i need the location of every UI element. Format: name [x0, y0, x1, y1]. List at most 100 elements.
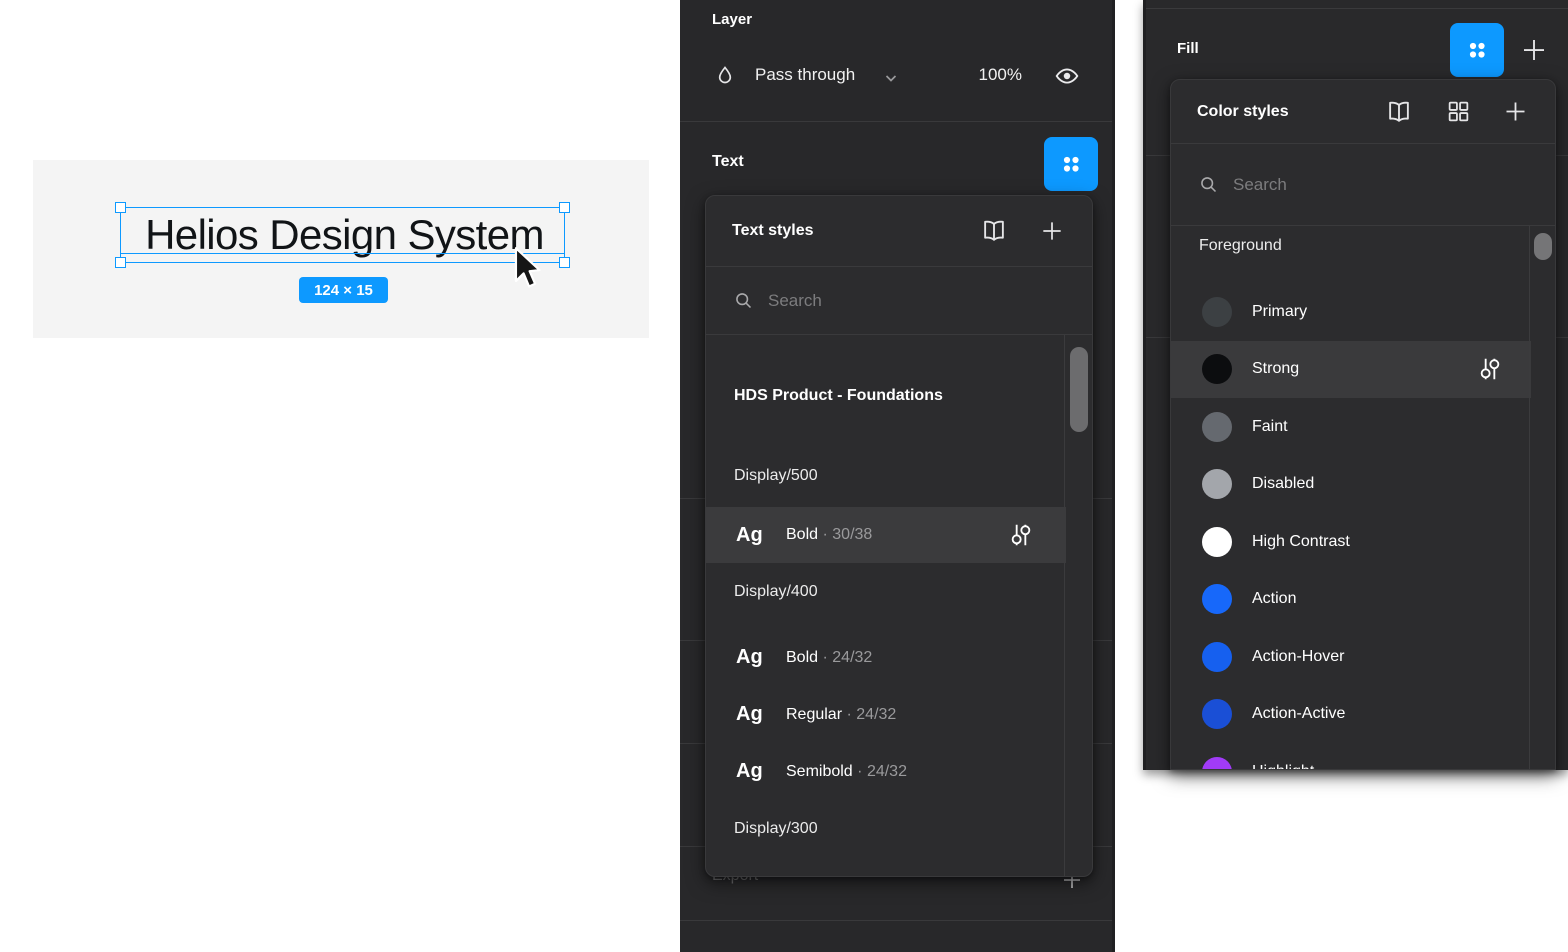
- style-weight: Semibold: [786, 763, 853, 781]
- text-style-row[interactable]: Ag Bold · 24/32: [706, 629, 1066, 686]
- color-style-row[interactable]: High Contrast: [1171, 513, 1531, 571]
- four-dots-style-icon: [1057, 150, 1085, 178]
- scrollbar-track[interactable]: [1529, 226, 1555, 770]
- color-group-label: Foreground: [1199, 237, 1282, 255]
- color-style-row[interactable]: Action-Hover: [1171, 628, 1531, 686]
- style-sample: Ag: [736, 703, 784, 726]
- color-style-name: Primary: [1252, 303, 1307, 321]
- color-swatch: [1202, 699, 1232, 729]
- blend-mode-select[interactable]: Pass through: [755, 65, 855, 85]
- selection-bounding-box[interactable]: [120, 207, 565, 263]
- color-style-name: Strong: [1252, 360, 1299, 378]
- style-size: 24/32: [867, 763, 907, 780]
- scrollbar-track[interactable]: [1064, 335, 1092, 877]
- color-style-name: Faint: [1252, 418, 1288, 436]
- color-style-row[interactable]: Faint: [1171, 398, 1531, 456]
- color-swatch: [1202, 642, 1232, 672]
- color-style-name: Action-Hover: [1252, 648, 1344, 666]
- divider: [1146, 8, 1568, 9]
- color-swatch: [1202, 297, 1232, 327]
- color-styles-search-input[interactable]: [1233, 175, 1453, 195]
- text-styles-list: HDS Product - Foundations Display/500 Ag…: [706, 335, 1092, 877]
- style-group-label: Display/300: [734, 820, 818, 838]
- visibility-eye-icon[interactable]: [1051, 62, 1083, 90]
- edit-style-sliders-icon[interactable]: [1008, 522, 1034, 548]
- search-icon: [1197, 174, 1219, 196]
- color-style-row-selected[interactable]: Strong: [1171, 341, 1531, 399]
- search-icon: [732, 290, 754, 312]
- selection-handle-bottom-right[interactable]: [559, 257, 570, 268]
- selection-handle-top-right[interactable]: [559, 202, 570, 213]
- fill-style-active-button[interactable]: [1450, 23, 1504, 77]
- color-swatch: [1202, 757, 1232, 770]
- text-style-active-button[interactable]: [1044, 137, 1098, 191]
- separator: ·: [822, 649, 827, 666]
- color-swatch: [1202, 584, 1232, 614]
- style-sample: Ag: [736, 760, 784, 783]
- color-swatch: [1202, 469, 1232, 499]
- divider: [680, 920, 1112, 921]
- text-style-row[interactable]: Ag Semibold · 24/32: [706, 743, 1066, 800]
- text-styles-search-row: [706, 267, 1092, 334]
- chevron-down-icon[interactable]: [883, 70, 899, 86]
- style-weight: Bold: [786, 526, 818, 544]
- mouse-cursor-icon: [511, 246, 545, 292]
- style-size: 30/38: [832, 526, 872, 543]
- blend-mode-droplet-icon: [713, 64, 737, 88]
- four-dots-style-icon: [1463, 36, 1491, 64]
- add-fill-icon[interactable]: [1518, 34, 1550, 66]
- library-name: HDS Product - Foundations: [734, 387, 943, 405]
- library-book-icon[interactable]: [980, 217, 1008, 245]
- separator: ·: [822, 526, 827, 543]
- text-styles-search-input[interactable]: [768, 291, 988, 311]
- scrollbar-thumb[interactable]: [1534, 233, 1552, 260]
- color-swatch: [1202, 412, 1232, 442]
- text-style-row-selected[interactable]: Ag Bold · 30/38: [706, 507, 1066, 563]
- dimensions-badge: 124 × 15: [299, 277, 388, 303]
- color-styles-title: Color styles: [1197, 103, 1289, 121]
- library-book-icon[interactable]: [1385, 98, 1413, 126]
- style-group-label: Display/400: [734, 583, 818, 601]
- color-style-name: Disabled: [1252, 475, 1314, 493]
- separator: ·: [857, 763, 862, 780]
- text-styles-dropdown: Text styles: [705, 195, 1093, 877]
- text-baseline-guide: [120, 253, 565, 255]
- color-styles-search-row: [1171, 144, 1555, 225]
- text-section-title: Text: [712, 153, 744, 171]
- color-swatch: [1202, 527, 1232, 557]
- style-sample: Ag: [736, 524, 784, 547]
- color-style-row[interactable]: Primary: [1171, 283, 1531, 341]
- color-styles-header: Color styles: [1171, 80, 1555, 143]
- style-weight: Regular: [786, 706, 842, 724]
- text-styles-header: Text styles: [706, 196, 1092, 266]
- canvas-background[interactable]: Helios Design System 124 × 15: [33, 160, 649, 338]
- add-style-icon[interactable]: [1038, 217, 1066, 245]
- color-style-row[interactable]: Action-Active: [1171, 686, 1531, 744]
- style-group-label: Display/500: [734, 467, 818, 485]
- text-style-row[interactable]: Ag Regular · 24/32: [706, 686, 1066, 743]
- selection-handle-bottom-left[interactable]: [115, 257, 126, 268]
- scrollbar-thumb[interactable]: [1070, 347, 1088, 432]
- add-style-icon[interactable]: [1501, 98, 1529, 126]
- fill-panel: Fill Color styles: [1143, 0, 1568, 770]
- color-style-row[interactable]: Disabled: [1171, 456, 1531, 514]
- color-styles-dropdown: Color styles: [1170, 79, 1556, 770]
- color-styles-list: Foreground Primary Strong Faint: [1171, 226, 1555, 770]
- text-styles-title: Text styles: [732, 222, 814, 240]
- selection-handle-top-left[interactable]: [115, 202, 126, 213]
- layer-section-title: Layer: [712, 11, 752, 28]
- style-weight: Bold: [786, 649, 818, 667]
- fill-section-title: Fill: [1177, 40, 1199, 57]
- figma-screenshot: { "colors": { "accent": "#0d99ff" }, "ca…: [0, 0, 1568, 952]
- color-style-name: High Contrast: [1252, 533, 1350, 551]
- opacity-field[interactable]: 100%: [950, 65, 1022, 85]
- grid-view-icon[interactable]: [1445, 99, 1471, 125]
- color-style-row[interactable]: Action: [1171, 571, 1531, 629]
- color-style-row[interactable]: Highlight: [1171, 743, 1531, 770]
- color-swatch: [1202, 354, 1232, 384]
- color-style-name: Highlight: [1252, 763, 1314, 770]
- blend-row: Pass through 100%: [680, 52, 1112, 100]
- style-size: 24/32: [856, 706, 896, 723]
- edit-style-sliders-icon[interactable]: [1477, 356, 1503, 382]
- style-sample: Ag: [736, 646, 784, 669]
